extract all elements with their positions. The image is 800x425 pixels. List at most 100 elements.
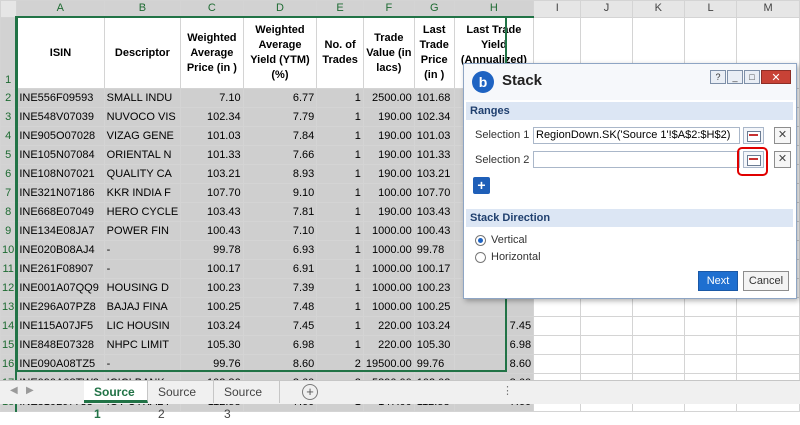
select-all-corner[interactable]: [0, 0, 17, 18]
cell-nt[interactable]: 1: [316, 297, 364, 317]
row-header[interactable]: 12: [0, 278, 18, 298]
cell-ltp[interactable]: 100.23: [413, 278, 455, 298]
cell-way[interactable]: 6.77: [242, 88, 318, 108]
cell-ltp[interactable]: 100.25: [413, 297, 455, 317]
cell-desc[interactable]: QUALITY CA: [103, 164, 182, 184]
row-header[interactable]: 2: [0, 88, 18, 108]
cell[interactable]: [736, 354, 800, 374]
cell[interactable]: [736, 335, 800, 355]
cell-isin[interactable]: INE556F09593: [15, 88, 105, 108]
close-icon[interactable]: ✕: [761, 70, 791, 84]
row-header[interactable]: 11: [0, 259, 18, 279]
column-header[interactable]: J: [580, 0, 633, 18]
cell-wap[interactable]: 99.76: [180, 354, 244, 374]
cell[interactable]: [631, 316, 685, 336]
cell-tv[interactable]: 19500.00: [362, 354, 415, 374]
cell-way[interactable]: 6.93: [242, 240, 318, 260]
header-cell-wap[interactable]: Weighted Average Price (in ): [180, 16, 244, 89]
cell-lty[interactable]: 8.60: [453, 354, 535, 374]
cell-way[interactable]: 7.39: [242, 278, 318, 298]
cell-isin[interactable]: INE261F08907: [15, 259, 105, 279]
cell-desc[interactable]: HOUSING D: [103, 278, 182, 298]
cell[interactable]: [683, 335, 738, 355]
cell-desc[interactable]: NHPC LIMIT: [103, 335, 182, 355]
cell-tv[interactable]: 190.00: [362, 145, 415, 165]
cell-lty[interactable]: 6.98: [453, 335, 535, 355]
cell-desc[interactable]: KKR INDIA F: [103, 183, 182, 203]
cell-isin[interactable]: INE115A07JF5: [15, 316, 105, 336]
cell[interactable]: [580, 297, 633, 317]
cell-isin[interactable]: INE001A07QQ9: [15, 278, 105, 298]
cell-ltp[interactable]: 103.21: [413, 164, 455, 184]
cell-nt[interactable]: 2: [316, 354, 364, 374]
minimize-icon[interactable]: _: [727, 70, 743, 84]
column-header[interactable]: E: [316, 0, 364, 18]
cell-way[interactable]: 7.45: [242, 316, 318, 336]
row-header[interactable]: 6: [0, 164, 18, 184]
cell-nt[interactable]: 1: [316, 259, 364, 279]
cell[interactable]: [580, 316, 633, 336]
column-header[interactable]: B: [103, 0, 182, 18]
cell-nt[interactable]: 1: [316, 221, 364, 241]
header-cell-isin[interactable]: ISIN: [15, 16, 105, 89]
cell-nt[interactable]: 1: [316, 126, 364, 146]
cell-nt[interactable]: 1: [316, 145, 364, 165]
cell-wap[interactable]: 100.43: [180, 221, 244, 241]
row-header[interactable]: 1: [0, 16, 18, 89]
cell-nt[interactable]: 1: [316, 335, 364, 355]
cell-tv[interactable]: 1000.00: [362, 240, 415, 260]
cell-way[interactable]: 7.48: [242, 297, 318, 317]
cell-desc[interactable]: SMALL INDU: [103, 88, 182, 108]
cell-way[interactable]: 7.10: [242, 221, 318, 241]
tab-source-3[interactable]: Source 3: [214, 381, 280, 421]
remove-selection1-icon[interactable]: ✕: [774, 127, 791, 144]
cell-ltp[interactable]: 101.03: [413, 126, 455, 146]
cell-isin[interactable]: INE108N07021: [15, 164, 105, 184]
cell-wap[interactable]: 102.34: [180, 107, 244, 127]
scroll-left-icon[interactable]: ◀: [10, 385, 18, 396]
cell[interactable]: [683, 297, 738, 317]
cell-way[interactable]: 7.84: [242, 126, 318, 146]
cell[interactable]: [736, 297, 800, 317]
row-header[interactable]: 13: [0, 297, 18, 317]
cell[interactable]: [580, 354, 633, 374]
cell-ltp[interactable]: 101.33: [413, 145, 455, 165]
cell[interactable]: [683, 316, 738, 336]
horizontal-radio[interactable]: [475, 252, 486, 263]
selection2-field[interactable]: [533, 151, 740, 168]
header-cell-trade-value[interactable]: Trade Value (in lacs): [362, 16, 415, 89]
column-header[interactable]: H: [453, 0, 535, 18]
cell[interactable]: [580, 335, 633, 355]
column-header[interactable]: K: [631, 0, 685, 18]
tab-source-2[interactable]: Source 2: [148, 381, 214, 421]
cell-nt[interactable]: 1: [316, 107, 364, 127]
row-header[interactable]: 9: [0, 221, 18, 241]
cell-tv[interactable]: 190.00: [362, 202, 415, 222]
cell-isin[interactable]: INE905O07028: [15, 126, 105, 146]
cell-way[interactable]: 8.93: [242, 164, 318, 184]
cell-wap[interactable]: 100.17: [180, 259, 244, 279]
selection1-field[interactable]: RegionDown.SK('Source 1'!$A$2:$H$2): [533, 127, 740, 144]
cell-wap[interactable]: 100.23: [180, 278, 244, 298]
cell-desc[interactable]: -: [103, 259, 182, 279]
more-sheets-icon[interactable]: ⋮: [502, 384, 513, 397]
cell-isin[interactable]: INE848E07328: [15, 335, 105, 355]
column-header[interactable]: F: [362, 0, 415, 18]
cell-tv[interactable]: 1000.00: [362, 221, 415, 241]
row-header[interactable]: 4: [0, 126, 18, 146]
cell-way[interactable]: 9.10: [242, 183, 318, 203]
cell-wap[interactable]: 105.30: [180, 335, 244, 355]
cell-nt[interactable]: 1: [316, 183, 364, 203]
cell-desc[interactable]: LIC HOUSIN: [103, 316, 182, 336]
cell-wap[interactable]: 7.10: [180, 88, 244, 108]
tab-source-1[interactable]: Source 1: [84, 381, 148, 421]
cell-isin[interactable]: INE105N07084: [15, 145, 105, 165]
cell-nt[interactable]: 1: [316, 88, 364, 108]
column-header[interactable]: M: [736, 0, 800, 18]
row-header[interactable]: 16: [0, 354, 18, 374]
row-header[interactable]: 8: [0, 202, 18, 222]
column-header[interactable]: G: [413, 0, 455, 18]
cell-isin[interactable]: INE296A07PZ8: [15, 297, 105, 317]
vertical-radio[interactable]: [475, 235, 486, 246]
cell-tv[interactable]: 190.00: [362, 164, 415, 184]
